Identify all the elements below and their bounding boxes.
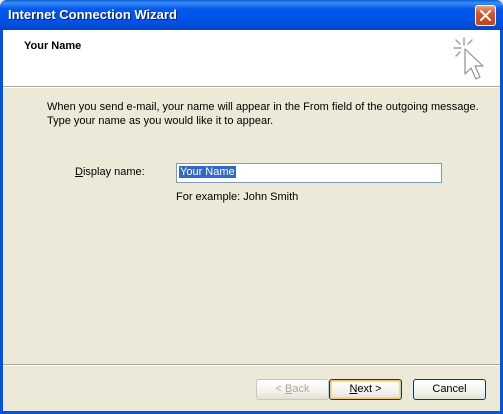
title-bar[interactable]: Internet Connection Wizard (0, 0, 503, 30)
wizard-client-area: Your Name When you send e-mail, your nam… (3, 30, 500, 411)
intro-line-2: Type your name as you would like it to a… (47, 115, 274, 127)
window-title: Internet Connection Wizard (8, 7, 177, 22)
page-title: Your Name (24, 40, 82, 52)
wizard-window: Internet Connection Wizard Your Name Whe… (0, 0, 503, 414)
back-button[interactable]: < Back (256, 379, 329, 400)
back-rest: ack (292, 383, 310, 395)
intro-text: When you send e-mail, your name will app… (47, 100, 479, 128)
intro-line-1: When you send e-mail, your name will app… (47, 101, 479, 113)
next-rest: ext > (357, 383, 382, 395)
close-button[interactable] (475, 5, 496, 26)
display-name-value: Your Name (179, 166, 236, 178)
header-divider (3, 86, 500, 88)
display-name-label-rest: isplay name: (82, 166, 145, 178)
back-prefix: < (275, 383, 285, 395)
footer-divider (3, 364, 500, 366)
wizard-header: Your Name (3, 30, 500, 86)
display-name-input[interactable]: Your Name (176, 163, 442, 183)
display-name-label: Display name: (75, 166, 145, 178)
example-text: For example: John Smith (176, 191, 299, 203)
display-name-label-accel: D (75, 166, 83, 178)
close-icon (480, 10, 491, 21)
wizard-cursor-icon (453, 37, 484, 80)
cancel-button[interactable]: Cancel (413, 379, 486, 400)
next-button[interactable]: Next > (329, 379, 402, 400)
